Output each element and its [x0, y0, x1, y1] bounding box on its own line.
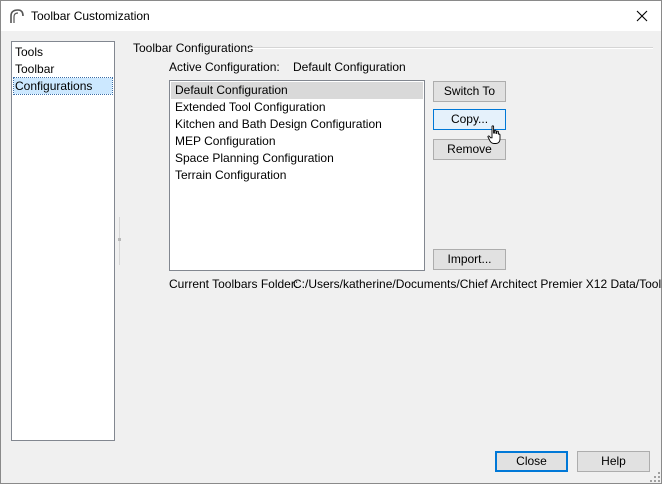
group-title: Toolbar Configurations: [133, 41, 254, 55]
list-item[interactable]: Kitchen and Bath Design Configuration: [171, 116, 423, 133]
active-configuration-value: Default Configuration: [293, 60, 406, 74]
toolbar-customization-dialog: Toolbar Customization Tools Toolbar Conf…: [0, 0, 662, 484]
list-item[interactable]: Space Planning Configuration: [171, 150, 423, 167]
close-button[interactable]: Close: [495, 451, 568, 472]
list-item[interactable]: Default Configuration: [171, 82, 423, 99]
list-item[interactable]: MEP Configuration: [171, 133, 423, 150]
close-icon[interactable]: [631, 6, 653, 26]
nav-item-configurations[interactable]: Configurations: [13, 77, 113, 95]
list-item[interactable]: Terrain Configuration: [171, 167, 423, 184]
configuration-list[interactable]: Default Configuration Extended Tool Conf…: [169, 80, 425, 271]
import-button[interactable]: Import...: [433, 249, 506, 270]
category-list[interactable]: Tools Toolbar Configurations: [11, 41, 115, 441]
list-item[interactable]: Extended Tool Configuration: [171, 99, 423, 116]
toolbars-folder-label: Current Toolbars Folder:: [169, 277, 299, 291]
switch-to-button[interactable]: Switch To: [433, 81, 506, 102]
title-bar: Toolbar Customization: [1, 1, 661, 31]
mouse-pointer-icon: [487, 125, 501, 144]
nav-item-toolbar[interactable]: Toolbar: [14, 61, 112, 77]
resize-grip-icon[interactable]: [649, 471, 661, 483]
toolbars-folder-path: C:/Users/katherine/Documents/Chief Archi…: [293, 277, 662, 291]
nav-item-tools[interactable]: Tools: [14, 44, 112, 60]
active-configuration-label: Active Configuration:: [169, 60, 280, 74]
chief-architect-arch-icon: [10, 9, 24, 23]
help-button[interactable]: Help: [577, 451, 650, 472]
window-title: Toolbar Customization: [31, 9, 150, 23]
group-divider: [249, 47, 653, 49]
splitter-handle[interactable]: [118, 217, 122, 265]
